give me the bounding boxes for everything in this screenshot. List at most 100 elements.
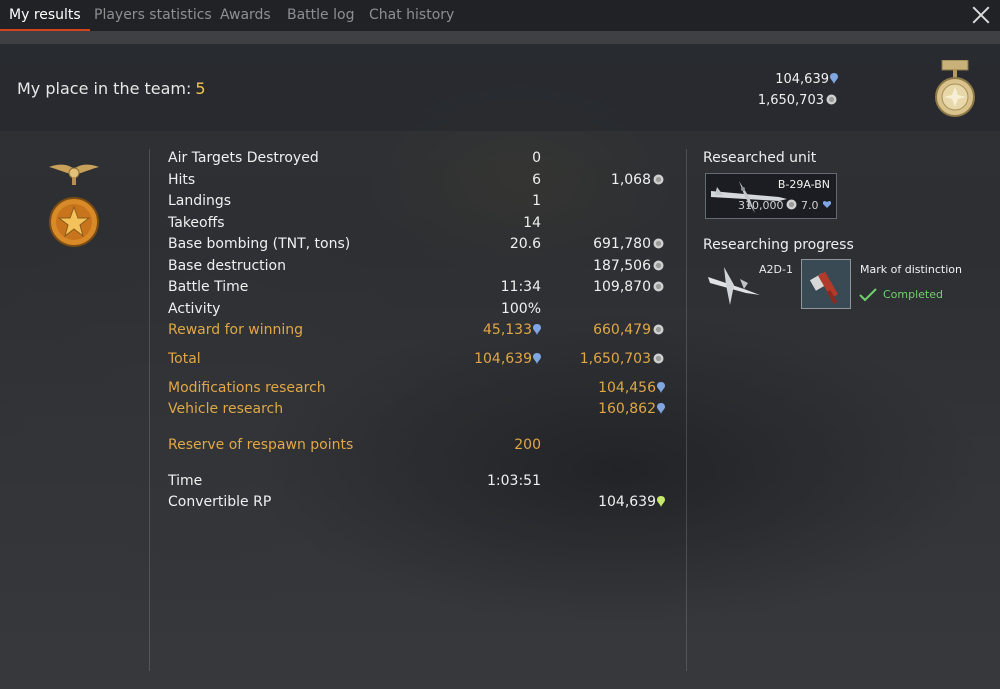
tab-my-results[interactable]: My results xyxy=(0,0,90,31)
stat-value: 100% xyxy=(500,301,541,317)
stat-row-battle-time: Battle Time 11:34 109,870 xyxy=(168,279,668,299)
stat-label: Takeoffs xyxy=(168,215,225,231)
check-icon xyxy=(859,288,877,302)
researched-unit-info: 310,000 7.0 xyxy=(738,199,831,212)
stat-reward-value: 109,870 xyxy=(593,279,651,295)
researched-unit-name: B-29A-BN xyxy=(777,178,830,191)
silver-lions-icon xyxy=(653,174,664,185)
researched-unit-br: 7.0 xyxy=(801,199,819,212)
stat-reward: 109,870 xyxy=(593,279,665,295)
wings-badge-icon xyxy=(49,164,99,185)
researched-unit-card[interactable]: B-29A-BN 310,000 7.0 xyxy=(705,173,837,219)
convertible-rp-icon xyxy=(657,496,665,507)
close-icon[interactable] xyxy=(970,4,992,26)
tab-battle-log[interactable]: Battle log xyxy=(278,0,363,31)
convertible-rp-value-text: 104,639 xyxy=(598,494,656,510)
research-points-icon xyxy=(830,73,838,84)
time-label: Time xyxy=(168,473,203,489)
stat-row-takeoffs: Takeoffs 14 xyxy=(168,215,668,235)
medal-icon xyxy=(935,60,975,117)
stat-row-base-destruction: Base destruction 187,506 xyxy=(168,258,668,278)
total-rp: 104,639 xyxy=(474,351,541,367)
tab-bar: My results Players statistics Awards Bat… xyxy=(0,0,1000,31)
stat-label: Activity xyxy=(168,301,221,317)
research-points-icon xyxy=(533,353,541,364)
silver-lions-icon xyxy=(653,281,664,292)
stat-row-reward-for-winning: Reward for winning 45,133 660,479 xyxy=(168,322,668,342)
stat-value: 45,133 xyxy=(483,322,541,338)
modification-card[interactable] xyxy=(801,259,851,309)
header-total-rp: 104,639 xyxy=(758,69,838,90)
researching-progress-title: Researching progress xyxy=(703,237,854,253)
stat-label: Base bombing (TNT, tons) xyxy=(168,236,351,252)
silver-lions-icon xyxy=(826,94,837,105)
total-sl-value: 1,650,703 xyxy=(579,351,651,367)
vehicle-research-label: Vehicle research xyxy=(168,401,284,417)
stat-row-activity: Activity 100% xyxy=(168,301,668,321)
stat-value: 0 xyxy=(532,150,541,166)
divider-right xyxy=(686,149,687,671)
total-rp-value: 104,639 xyxy=(474,351,532,367)
research-points-icon xyxy=(657,382,665,393)
stat-reward-value: 187,506 xyxy=(593,258,651,274)
header-total-sl-value: 1,650,703 xyxy=(757,93,824,108)
tab-awards[interactable]: Awards xyxy=(211,0,280,31)
time-value: 1:03:51 xyxy=(487,473,541,489)
stat-value: 6 xyxy=(532,172,541,188)
stat-reward: 1,068 xyxy=(611,172,665,188)
stat-label: Base destruction xyxy=(168,258,286,274)
header-total-rp-value: 104,639 xyxy=(775,72,829,87)
modifications-research-value: 104,456 xyxy=(598,380,665,396)
stat-value-text: 45,133 xyxy=(483,322,532,338)
team-place-value: 5 xyxy=(195,79,206,98)
reserve-row: Reserve of respawn points 200 xyxy=(168,437,668,457)
stat-value: 14 xyxy=(523,215,541,231)
research-points-icon xyxy=(657,403,665,414)
tab-chat-history[interactable]: Chat history xyxy=(360,0,463,31)
stat-row-hits: Hits 6 1,068 xyxy=(168,172,668,192)
silver-lions-icon xyxy=(653,324,664,335)
stat-row-base-bombing: Base bombing (TNT, tons) 20.6 691,780 xyxy=(168,236,668,256)
time-row: Time 1:03:51 xyxy=(168,473,668,493)
modifications-research-row: Modifications research 104,456 xyxy=(168,380,668,400)
divider-left xyxy=(149,149,150,671)
heart-icon xyxy=(823,201,831,208)
stat-reward: 187,506 xyxy=(593,258,665,274)
silver-lions-icon xyxy=(653,238,664,249)
convertible-rp-value: 104,639 xyxy=(598,494,665,510)
reserve-label: Reserve of respawn points xyxy=(168,437,354,453)
stat-value: 11:34 xyxy=(500,279,541,295)
team-place: My place in the team: 5 xyxy=(17,79,206,98)
stat-reward: 660,479 xyxy=(593,322,665,338)
paint-brush-icon xyxy=(809,271,838,305)
researched-unit-cost: 310,000 xyxy=(738,199,784,212)
stat-row-landings: Landings 1 xyxy=(168,193,668,213)
convertible-rp-row: Convertible RP 104,639 xyxy=(168,494,668,514)
silver-lions-icon xyxy=(786,199,796,210)
modification-name: Mark of distinction xyxy=(860,263,962,276)
total-sl: 1,650,703 xyxy=(580,351,665,367)
stat-label: Air Targets Destroyed xyxy=(168,150,319,166)
stat-value: 1 xyxy=(532,193,541,209)
results-panel: Air Targets Destroyed 0 Hits 6 1,068 Lan… xyxy=(0,131,1000,689)
vehicle-research-value-text: 160,862 xyxy=(598,401,656,417)
researching-vehicle-name: A2D-1 xyxy=(759,263,793,276)
stat-reward-value: 660,479 xyxy=(593,322,651,338)
modifications-research-label: Modifications research xyxy=(168,380,326,396)
stat-label: Battle Time xyxy=(168,279,249,295)
reserve-value: 200 xyxy=(514,437,541,453)
stat-label: Landings xyxy=(168,193,232,209)
silver-lions-icon xyxy=(653,353,664,364)
team-place-label: My place in the team: xyxy=(17,79,192,98)
tab-players-statistics[interactable]: Players statistics xyxy=(85,0,221,31)
researched-unit-title: Researched unit xyxy=(703,150,817,166)
stat-label: Reward for winning xyxy=(168,322,304,338)
header-totals: 104,639 1,650,703 xyxy=(758,69,838,111)
modifications-research-value-text: 104,456 xyxy=(598,380,656,396)
stat-reward-value: 691,780 xyxy=(593,236,651,252)
stat-label: Hits xyxy=(168,172,196,188)
silver-lions-icon xyxy=(653,260,664,271)
total-label: Total xyxy=(168,351,201,367)
header-total-sl: 1,650,703 xyxy=(758,90,838,111)
attack-plane-icon[interactable] xyxy=(704,259,766,309)
